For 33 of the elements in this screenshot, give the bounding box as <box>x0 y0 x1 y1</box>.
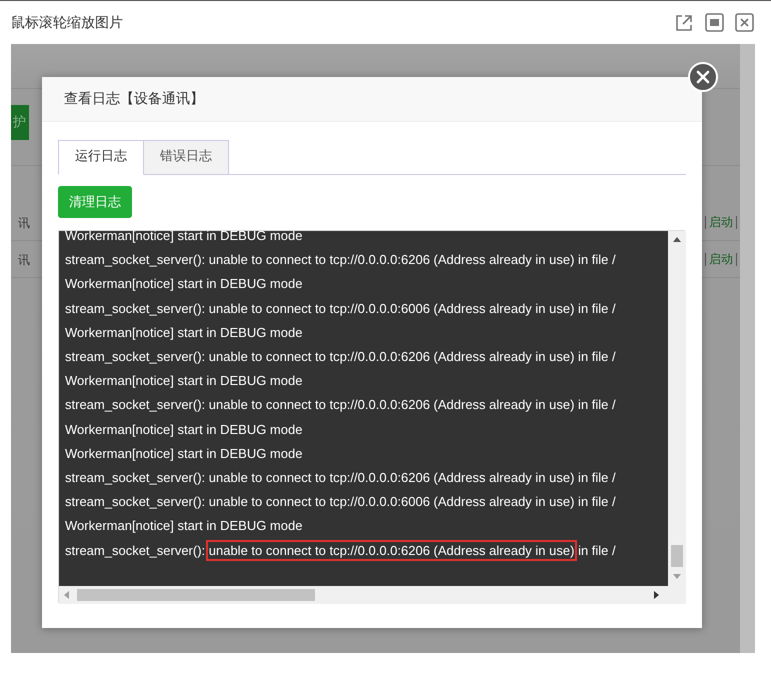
horizontal-scrollbar[interactable] <box>59 586 668 604</box>
tab[interactable]: 错误日志 <box>144 140 229 175</box>
log-line: Workerman[notice] start in DEBUG mode <box>65 372 304 390</box>
window-title: 鼠标滚轮缩放图片 <box>11 14 124 32</box>
log-line: stream_socket_server(): unable to connect to tcp://0.0.0.0:6006 (Address already in use) in file / <box>65 300 617 318</box>
close-icon[interactable] <box>735 12 754 32</box>
tab[interactable]: 运行日志 <box>58 140 144 175</box>
scroll-left-icon[interactable] <box>64 591 69 599</box>
log-line: Workerman[notice] start in DEBUG mode <box>65 517 304 536</box>
log-line: stream_socket_server(): unable to connect to tcp://0.0.0.0:6206 (Address already in use) in file / <box>65 251 617 270</box>
log-line: Workerman[notice] start in DEBUG mode <box>65 275 304 294</box>
scrollbar-thumb[interactable] <box>671 545 683 567</box>
log-line: stream_socket_server(): unable to connect to tcp://0.0.0.0:6206 (Address already in use) in file / <box>65 396 617 414</box>
log-line: stream_socket_server(): unable to connect to tcp://0.0.0.0:6206 (Address already in use) in file / <box>65 538 668 563</box>
dialog-title: 查看日志【设备通讯】 <box>42 77 702 122</box>
log-line: stream_socket_server(): unable to connect to tcp://0.0.0.0:6206 (Address already in use) in file / <box>65 348 617 366</box>
log-line: Workerman[notice] start in DEBUG mode <box>65 420 304 439</box>
maximize-icon[interactable] <box>705 12 724 32</box>
log-line: Workerman[notice] start in DEBUG mode <box>65 324 304 342</box>
scroll-right-icon[interactable] <box>654 591 659 599</box>
start-link[interactable]: 启动 <box>705 216 737 229</box>
log-line: stream_socket_server(): unable to connect to tcp://0.0.0.0:6006 (Address already in use) in file / <box>65 493 617 512</box>
scrollbar-thumb[interactable] <box>77 589 315 601</box>
log-line: stream_socket_server(): unable to connect to tcp://0.0.0.0:6206 (Address already in use) in file / <box>65 469 617 488</box>
scroll-down-icon[interactable] <box>673 574 681 579</box>
start-link[interactable]: 启动 <box>705 253 737 266</box>
clear-log-button[interactable]: 清理日志 <box>58 186 132 218</box>
scroll-up-icon[interactable] <box>673 237 681 242</box>
row-label: 讯 <box>18 215 30 232</box>
vertical-scrollbar[interactable] <box>668 231 686 586</box>
log-line: Workerman[notice] start in DEBUG mode <box>65 444 304 463</box>
row-label: 讯 <box>18 252 30 269</box>
external-link-icon[interactable] <box>674 12 694 32</box>
